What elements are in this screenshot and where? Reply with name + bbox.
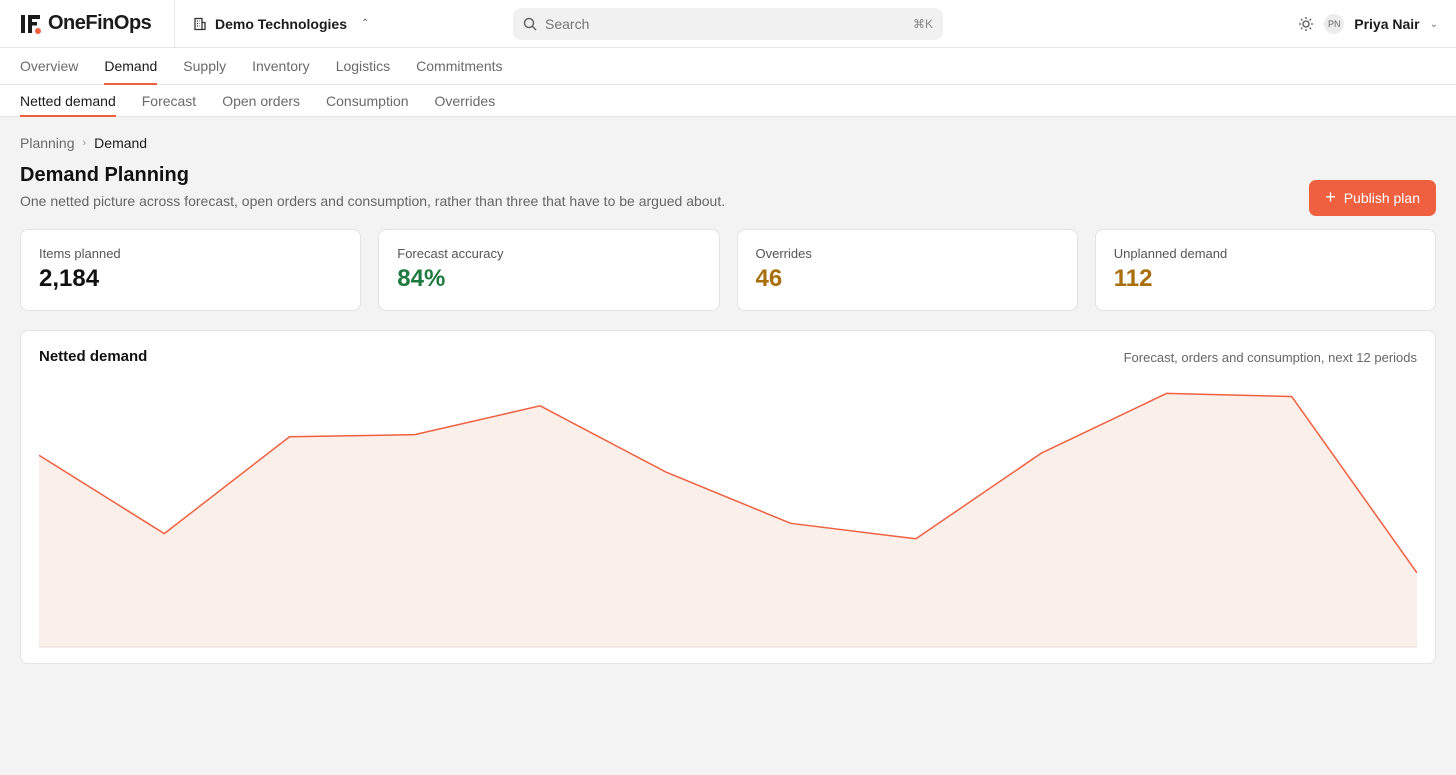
tab-logistics[interactable]: Logistics xyxy=(336,48,390,84)
app-logo[interactable]: OneFinOps xyxy=(0,0,175,47)
search-icon xyxy=(523,17,537,31)
org-switcher[interactable]: Demo Technologies ⌃ xyxy=(175,16,369,32)
publish-plan-button[interactable]: + Publish plan xyxy=(1309,180,1436,216)
chart-point[interactable] xyxy=(159,529,169,539)
subtab-open-orders[interactable]: Open orders xyxy=(222,85,300,116)
building-icon xyxy=(194,17,206,30)
kpi-value: 46 xyxy=(755,265,783,292)
publish-plan-label: Publish plan xyxy=(1343,190,1420,206)
kpi-label: Items planned xyxy=(39,246,121,261)
breadcrumb-current: Demand xyxy=(94,135,148,151)
page-title: Demand Planning xyxy=(20,164,189,186)
kpi-value: 112 xyxy=(1113,265,1153,292)
chart-area-fill xyxy=(39,393,1417,647)
tab-commitments[interactable]: Commitments xyxy=(416,48,502,84)
chart-point[interactable] xyxy=(535,401,545,411)
chart-point[interactable] xyxy=(660,467,670,477)
chevron-right-icon: › xyxy=(82,137,87,149)
user-name[interactable]: Priya Nair xyxy=(1354,16,1419,32)
user-menu[interactable]: PN Priya Nair ⌄ xyxy=(1298,0,1438,48)
secondary-nav: Netted demand Forecast Open orders Consu… xyxy=(0,85,1456,117)
main-content: Planning › Demand Demand Planning One ne… xyxy=(0,135,1456,664)
netted-demand-chart-card: Netted demand Forecast, orders and consu… xyxy=(20,330,1436,664)
kpi-card-overrides: Overrides 46 xyxy=(736,229,1078,311)
subtab-forecast[interactable]: Forecast xyxy=(142,85,196,116)
avatar[interactable]: PN xyxy=(1324,14,1345,34)
plus-icon: + xyxy=(1325,187,1336,207)
kpi-value: 84% xyxy=(397,265,446,292)
breadcrumb: Planning › Demand xyxy=(20,135,1436,151)
tab-overview[interactable]: Overview xyxy=(20,48,78,84)
tab-supply[interactable]: Supply xyxy=(183,48,226,84)
kpi-value: 2,184 xyxy=(39,265,100,292)
chart-point[interactable] xyxy=(285,432,295,442)
chart-point[interactable] xyxy=(410,430,420,440)
chart-caption: Forecast, orders and consumption, next 1… xyxy=(1123,350,1417,365)
page-subtitle: One netted picture across forecast, open… xyxy=(20,193,726,209)
tab-demand[interactable]: Demand xyxy=(104,48,157,85)
kpi-label: Overrides xyxy=(755,246,812,261)
kpi-label: Forecast accuracy xyxy=(397,246,504,261)
search-input[interactable] xyxy=(545,16,913,32)
chart-point[interactable] xyxy=(1161,388,1171,398)
search-bar[interactable]: ⌘K xyxy=(513,8,943,40)
chart-point[interactable] xyxy=(1036,448,1046,458)
chevron-down-icon[interactable]: ⌄ xyxy=(1430,19,1438,30)
chart-point[interactable] xyxy=(911,534,921,544)
subtab-netted-demand[interactable]: Netted demand xyxy=(20,85,116,117)
chevron-updown-icon: ⌃ xyxy=(360,18,370,29)
app-logo-mark xyxy=(21,14,41,34)
top-bar: OneFinOps Demo Technologies ⌃ ⌘K PN Priy… xyxy=(0,0,1456,48)
primary-nav: Overview Demand Supply Inventory Logisti… xyxy=(0,48,1456,85)
kpi-card-unplanned-demand: Unplanned demand 112 xyxy=(1094,229,1436,311)
tab-inventory[interactable]: Inventory xyxy=(252,48,310,84)
app-name: OneFinOps xyxy=(48,12,152,34)
netted-demand-chart xyxy=(39,388,1417,648)
kpi-row: Items planned 2,184 Forecast accuracy 84… xyxy=(20,229,1436,311)
kpi-card-items-planned: Items planned 2,184 xyxy=(20,229,362,311)
subtab-consumption[interactable]: Consumption xyxy=(326,85,409,116)
chart-point[interactable] xyxy=(1287,392,1297,402)
kpi-label: Unplanned demand xyxy=(1113,246,1228,261)
subtab-overrides[interactable]: Overrides xyxy=(435,85,496,116)
kpi-card-forecast-accuracy: Forecast accuracy 84% xyxy=(378,229,720,311)
search-shortcut: ⌘K xyxy=(912,17,933,31)
chart-point[interactable] xyxy=(786,518,796,528)
theme-toggle-icon[interactable] xyxy=(1298,16,1314,32)
org-name: Demo Technologies xyxy=(215,15,347,32)
breadcrumb-parent[interactable]: Planning xyxy=(20,135,75,151)
